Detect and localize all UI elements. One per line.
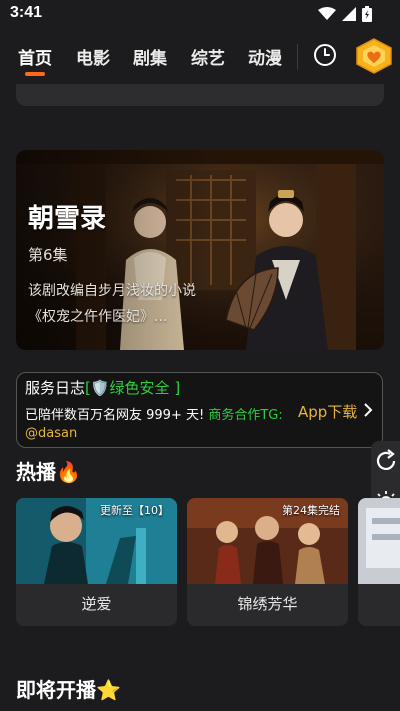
poster-title	[358, 584, 400, 626]
tab-home[interactable]: 首页	[18, 44, 52, 69]
business-contact-label: 商务合作TG:	[208, 408, 283, 423]
battery-icon	[362, 6, 372, 22]
service-log-card[interactable]: 服务日志[🛡️绿色安全 ] 已陪伴数百万名网友 999+ 天! 商务合作TG: …	[16, 372, 383, 448]
tab-variety[interactable]: 综艺	[191, 44, 225, 69]
episode-badge: 更新至【10】	[100, 504, 169, 517]
featured-banner[interactable]: 朝雪录 第6集 该剧改编自步月浅妆的小说《权宠之仵作医妃》...	[16, 150, 384, 350]
status-bar: 3:41	[0, 0, 400, 28]
tab-anime[interactable]: 动漫	[248, 44, 282, 69]
notice-message: 已陪伴数百万名网友 999+ 天! 商务合作TG:	[25, 404, 283, 423]
hot-section-title: 热播🔥	[16, 460, 81, 484]
notice-title: 服务日志	[25, 379, 86, 397]
contact-handle[interactable]: @dasan	[25, 426, 77, 441]
upcoming-section-title: 即将开播⭐	[16, 678, 121, 702]
status-icons	[318, 6, 372, 22]
wifi-icon	[318, 7, 336, 20]
notice-message-text: 已陪伴数百万名网友 999+ 天!	[25, 408, 209, 423]
status-time: 3:41	[10, 4, 43, 21]
poster-image	[358, 498, 400, 584]
banner-description: 该剧改编自步月浅妆的小说《权宠之仵作医妃》...	[28, 283, 196, 325]
active-tab-indicator	[25, 72, 45, 76]
refresh-icon[interactable]	[374, 449, 398, 473]
poster-card[interactable]: 更新至【10】 逆爱	[16, 498, 177, 626]
top-nav: 首页 电影 剧集 综艺 动漫	[0, 36, 400, 86]
signal-icon	[342, 7, 356, 21]
heart-gem-icon[interactable]	[354, 38, 394, 74]
clock-icon[interactable]	[313, 43, 337, 67]
top-card	[16, 84, 384, 106]
safety-badge: [🛡️绿色安全 ]	[85, 379, 181, 397]
notice-title-row: 服务日志[🛡️绿色安全 ]	[25, 377, 180, 398]
nav-divider	[297, 44, 298, 70]
tab-movies[interactable]: 电影	[76, 44, 110, 69]
episode-badge: 第24集完结	[282, 504, 340, 517]
banner-title: 朝雪录	[28, 204, 107, 234]
chevron-right-icon	[364, 403, 373, 417]
app-download-link[interactable]: App下载	[298, 401, 357, 422]
banner-episode: 第6集	[28, 246, 68, 264]
tab-series[interactable]: 剧集	[133, 44, 167, 69]
poster-title: 锦绣芳华	[237, 595, 298, 613]
poster-title: 逆爱	[81, 595, 112, 613]
poster-card[interactable]	[358, 498, 400, 626]
poster-card[interactable]: 第24集完结 锦绣芳华	[187, 498, 348, 626]
